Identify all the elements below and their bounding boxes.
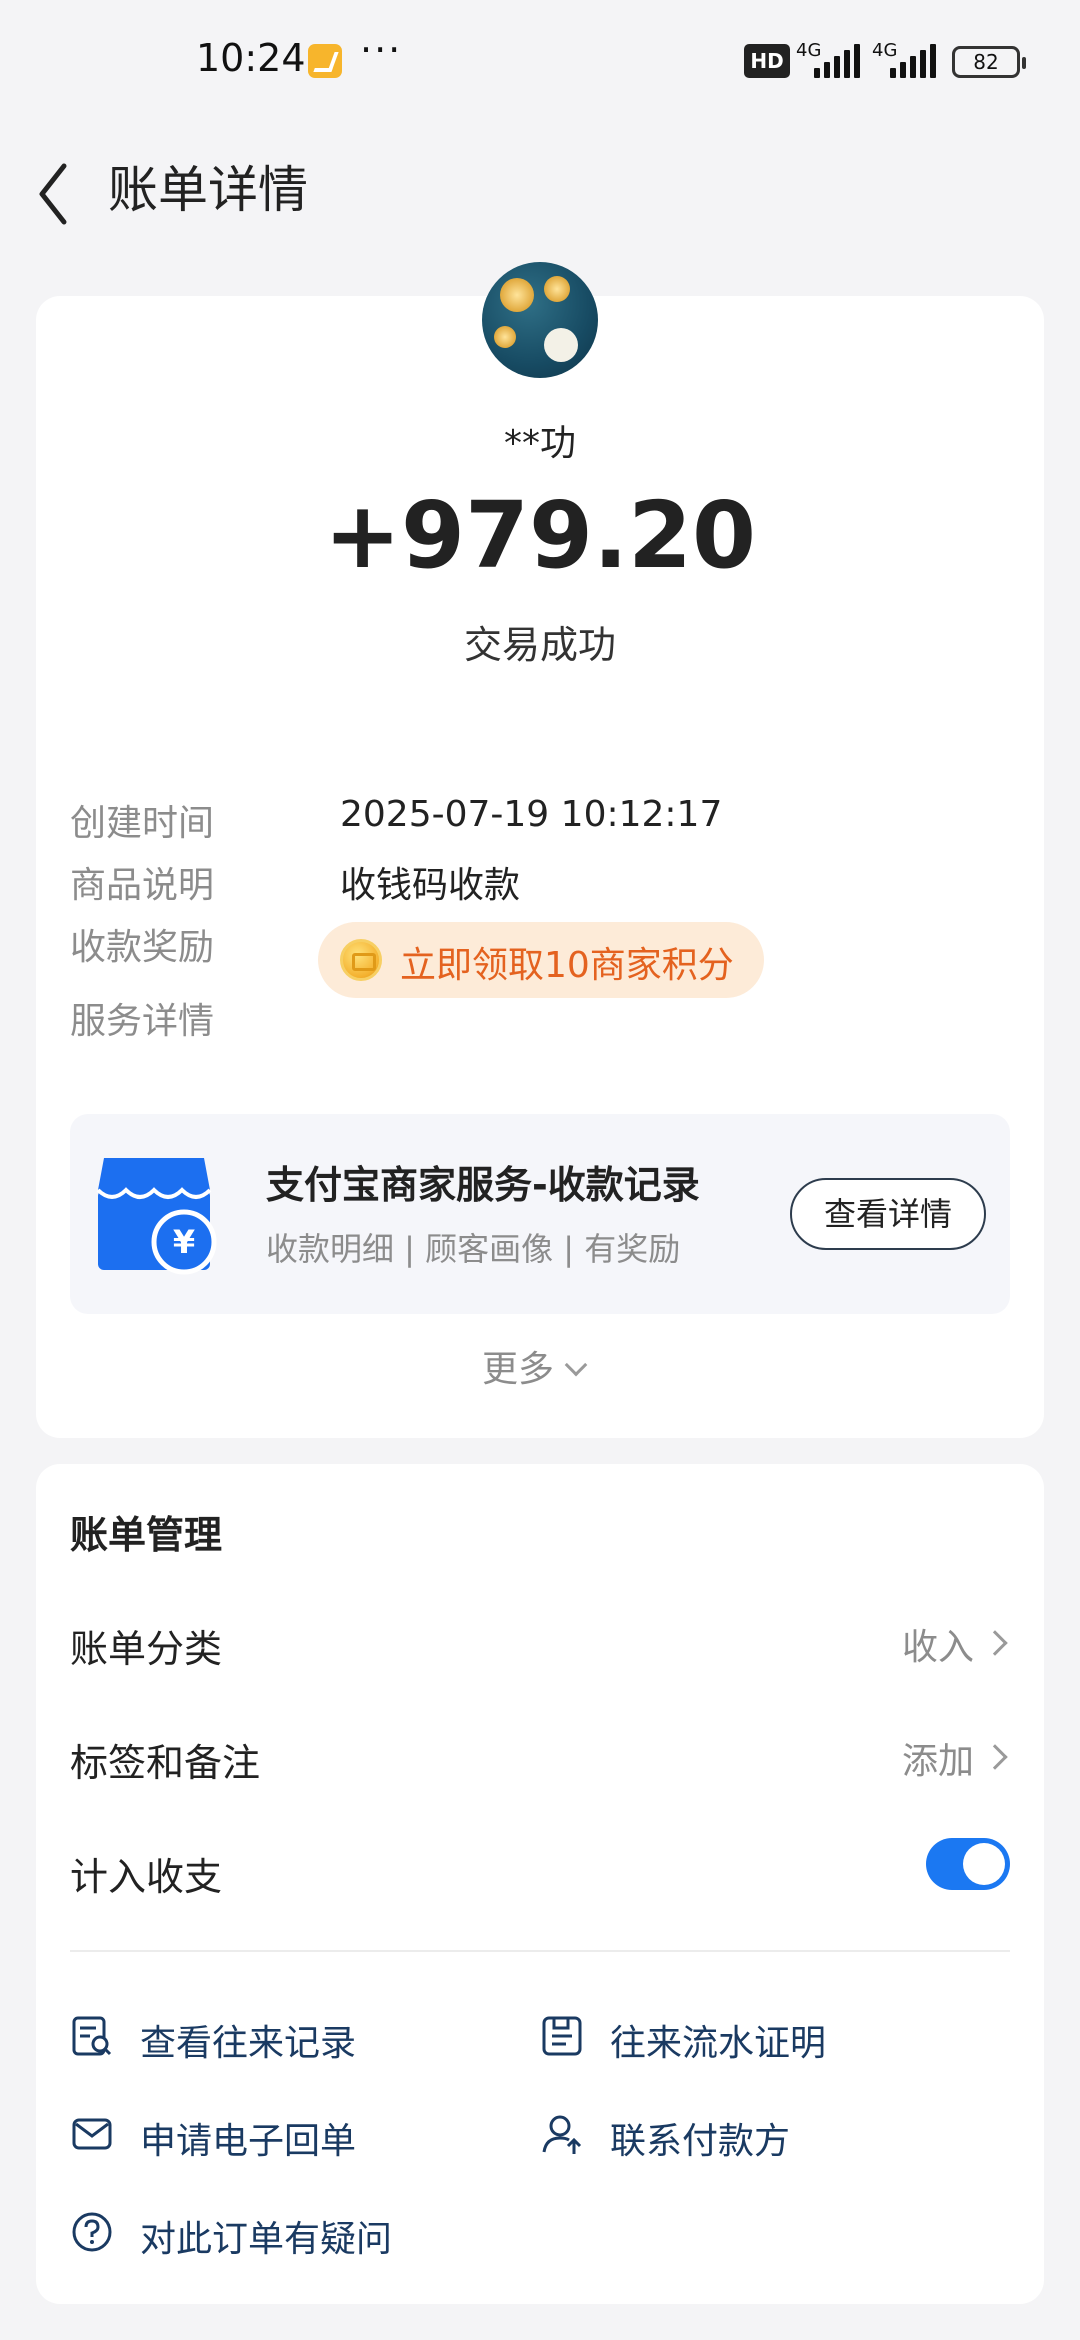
merchant-service-card[interactable]: ¥ 支付宝商家服务-收款记录 收款明细 | 顾客画像 | 有奖励 查看详情 (70, 1114, 1010, 1314)
claim-reward-label: 立即领取10商家积分 (400, 945, 734, 986)
network-type-label: 4G (872, 40, 898, 61)
product-desc-label: 商品说明 (70, 865, 215, 906)
store-icon: ¥ (96, 1158, 217, 1275)
count-in-budget-label: 计入收支 (70, 1855, 223, 1899)
contact-payer-action[interactable]: 联系付款方 (540, 2100, 960, 2170)
e-receipt-action[interactable]: 申请电子回单 (70, 2100, 490, 2170)
count-in-budget-row: 计入收支 (36, 1822, 1044, 1918)
count-in-budget-toggle[interactable] (926, 1838, 1010, 1890)
coin-icon (340, 939, 382, 981)
mail-icon (72, 2118, 112, 2150)
signal-icon: 4G (872, 40, 942, 80)
order-question-action[interactable]: 对此订单有疑问 (70, 2198, 490, 2268)
transaction-card: **功 +979.20 交易成功 创建时间 2025-07-19 10:12:1… (36, 262, 1044, 1438)
claim-reward-button[interactable]: 立即领取10商家积分 (318, 922, 764, 998)
bill-category-label: 账单分类 (70, 1627, 223, 1671)
section-title: 账单管理 (70, 1513, 223, 1557)
hd-icon: HD (744, 44, 790, 78)
battery-level: 82 (973, 50, 999, 74)
tags-notes-value: 添加 (901, 1741, 974, 1782)
tags-notes-row[interactable]: 标签和备注 添加 (36, 1708, 1044, 1804)
more-label: 更多 (482, 1349, 555, 1390)
view-history-label: 查看往来记录 (140, 2023, 357, 2064)
page-title: 账单详情 (108, 161, 308, 219)
contact-user-icon (542, 2115, 582, 2154)
status-time: 10:24 (196, 36, 306, 80)
statement-proof-action[interactable]: 往来流水证明 (540, 2002, 960, 2072)
battery-icon: 82 (952, 46, 1026, 78)
service-subtitle: 收款明细 | 顾客画像 | 有奖励 (266, 1230, 681, 1268)
chevron-left-icon (39, 163, 67, 225)
record-search-icon (72, 2016, 112, 2056)
more-toggle[interactable]: 更多 (482, 1340, 588, 1392)
status-bar: 10:24 ··· HD 4G 4G 82 (0, 0, 1080, 120)
created-time-label: 创建时间 (70, 803, 215, 844)
chevron-right-icon (982, 1744, 1008, 1770)
question-icon (72, 2212, 112, 2252)
transaction-amount: +979.20 (323, 482, 757, 589)
view-history-action[interactable]: 查看往来记录 (70, 2002, 490, 2072)
header: 账单详情 (0, 120, 1080, 270)
statement-proof-icon (542, 2016, 582, 2056)
status-more-indicator: ··· (360, 28, 403, 72)
service-details-label: 服务详情 (70, 1001, 215, 1042)
statement-proof-label: 往来流水证明 (610, 2023, 827, 2064)
chevron-down-icon (564, 1353, 588, 1377)
reward-label: 收款奖励 (70, 927, 215, 968)
payer-avatar[interactable] (482, 262, 598, 378)
service-title: 支付宝商家服务-收款记录 (266, 1163, 700, 1207)
created-time-value: 2025-07-19 10:12:17 (340, 794, 723, 835)
signal-icon: 4G (796, 40, 866, 80)
divider (70, 1950, 1010, 1952)
bill-category-row[interactable]: 账单分类 收入 (36, 1594, 1044, 1690)
svg-text:¥: ¥ (173, 1223, 195, 1261)
product-desc-value: 收钱码收款 (340, 865, 521, 906)
back-button[interactable] (28, 144, 98, 244)
bill-category-value: 收入 (901, 1627, 974, 1668)
view-details-button[interactable]: 查看详情 (790, 1178, 986, 1250)
chevron-right-icon (982, 1630, 1008, 1656)
payer-name: **功 (503, 423, 576, 464)
contact-payer-label: 联系付款方 (610, 2121, 791, 2162)
network-type-label: 4G (796, 40, 822, 61)
order-question-label: 对此订单有疑问 (140, 2219, 393, 2260)
e-receipt-label: 申请电子回单 (140, 2121, 357, 2162)
tags-notes-label: 标签和备注 (70, 1741, 261, 1785)
note-app-icon (308, 44, 342, 78)
transaction-status: 交易成功 (463, 623, 616, 667)
bill-management-card: 账单管理 账单分类 收入 标签和备注 添加 计入收支 查看往来记录 往来流水证明… (36, 1464, 1044, 2304)
